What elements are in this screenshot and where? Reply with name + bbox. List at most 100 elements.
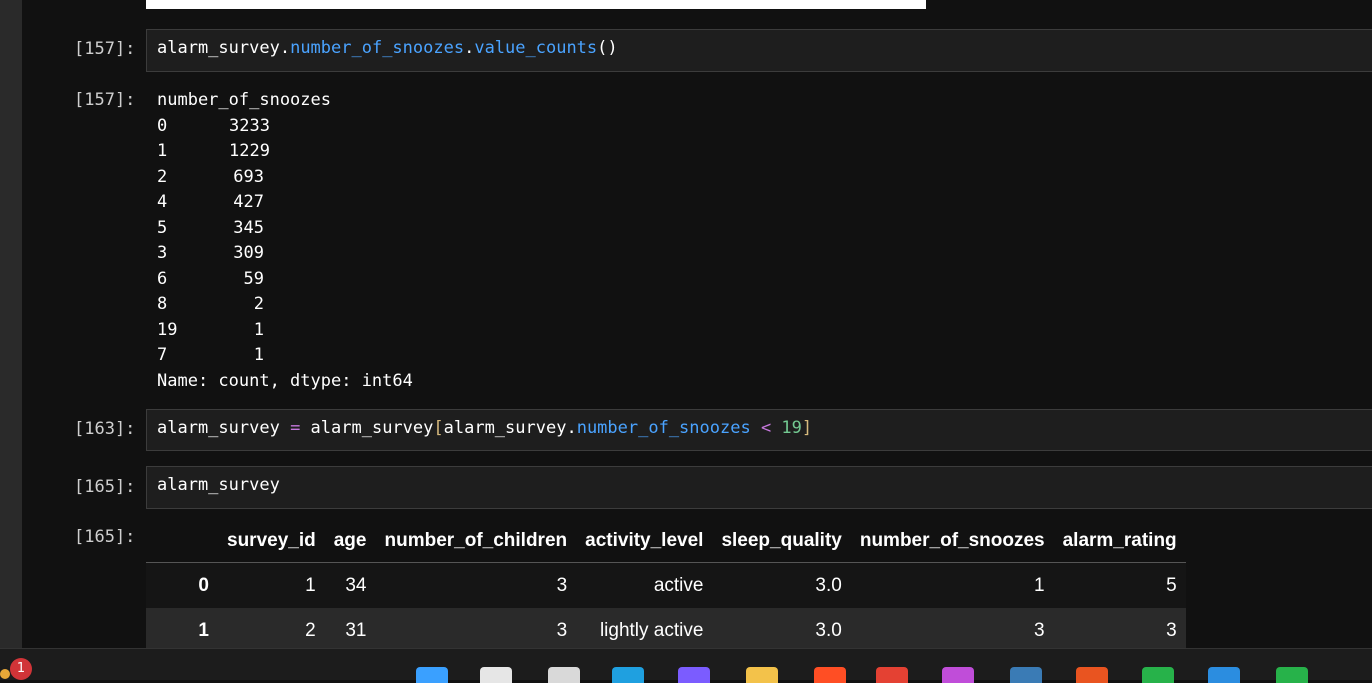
value-counts-row: 2 693 <box>157 165 413 191</box>
value-counts-row: 19 1 <box>157 318 413 344</box>
column-header: activity_level <box>576 520 713 563</box>
code-token: < <box>750 418 782 438</box>
code-token: value_counts <box>474 38 598 58</box>
code-token: [ <box>433 418 444 438</box>
mysql-icon[interactable] <box>1010 667 1042 683</box>
app-green-icon[interactable] <box>1142 667 1174 683</box>
code-token: ] <box>801 418 813 438</box>
value-counts-index: 6 <box>157 268 168 289</box>
notification-badge[interactable]: 1 <box>10 658 32 680</box>
value-counts-count: 309 <box>233 243 264 263</box>
value-counts-index: 7 <box>157 345 168 365</box>
cell-165-code-editor[interactable]: alarm_survey <box>146 466 1372 509</box>
code-token: number_of_snoozes <box>290 38 465 58</box>
search-icon[interactable] <box>480 667 512 683</box>
value-counts-index: 2 <box>157 166 168 187</box>
chrome-profile-icon[interactable] <box>942 667 974 683</box>
weather-widget-icon[interactable] <box>0 669 10 679</box>
chrome-icon[interactable] <box>876 667 908 683</box>
code-token: . <box>566 418 577 438</box>
value-counts-count: 1229 <box>229 141 270 161</box>
table-cell: 3 <box>1034 619 1045 641</box>
file-explorer-icon[interactable] <box>548 667 580 683</box>
dataframe-header-row: survey_id age number_of_children activity_l… <box>146 520 1186 563</box>
previous-output-strip <box>146 0 926 9</box>
value-counts-row: 6 59 <box>157 267 413 293</box>
code-token: alarm_survey <box>157 418 280 438</box>
copilot-icon[interactable] <box>678 667 710 683</box>
table-cell: 2 <box>305 619 316 641</box>
code-token: () <box>597 38 618 58</box>
brave-icon[interactable] <box>814 667 846 683</box>
table-cell: 3 <box>556 619 568 641</box>
ubuntu-icon[interactable] <box>1076 667 1108 683</box>
notebook-left-gutter <box>0 0 22 648</box>
cell-165-output-prompt: [165]: <box>74 527 136 547</box>
cell-163-input-prompt: [163]: <box>74 419 136 439</box>
table-cell: active <box>653 574 704 596</box>
dataframe-table: survey_id age number_of_children activity_l… <box>146 520 1186 653</box>
value-counts-output: number_of_snoozes 0 3233 1 1229 2 693 4 427 5 345… <box>157 88 413 394</box>
value-counts-count: 693 <box>233 166 264 187</box>
value-counts-count: 427 <box>233 192 264 212</box>
table-cell: 3.0 <box>815 574 842 596</box>
code-token: alarm_survey <box>310 418 434 438</box>
cell-165-input-prompt: [165]: <box>74 477 136 497</box>
value-counts-footer: Name: count, dtype: int64 <box>157 370 413 391</box>
value-counts-row: 82 <box>157 292 413 318</box>
value-counts-count: 2 <box>253 294 264 314</box>
value-counts-index: 1 <box>157 141 168 161</box>
table-cell: 34 <box>345 574 367 596</box>
edge-icon[interactable] <box>612 667 644 683</box>
code-token: number_of_snoozes <box>576 418 751 438</box>
value-counts-header: number_of_snoozes <box>157 90 331 110</box>
table-cell: 31 <box>345 619 367 641</box>
table-cell: 5 <box>1166 574 1177 596</box>
value-counts-row: 71 <box>157 343 413 369</box>
table-cell: 3.0 <box>815 619 842 641</box>
value-counts-row: 3 309 <box>157 241 413 267</box>
windows-taskbar: 1 <box>0 648 1372 683</box>
value-counts-index: 4 <box>157 192 168 212</box>
value-counts-index: 3 <box>157 243 168 263</box>
value-counts-index: 5 <box>157 217 168 238</box>
vscode-icon[interactable] <box>1208 667 1240 683</box>
start-icon[interactable] <box>416 667 448 683</box>
value-counts-index: 0 <box>157 115 168 136</box>
table-cell: 3 <box>1166 619 1177 641</box>
value-counts-count: 59 <box>243 268 264 289</box>
code-token: alarm_survey <box>157 475 280 495</box>
cell-163-code-editor[interactable]: alarm_survey = alarm_survey[alarm_survey… <box>146 409 1372 451</box>
table-cell: 1 <box>305 574 316 596</box>
value-counts-index: 8 <box>157 294 168 314</box>
value-counts-count: 1 <box>253 319 264 340</box>
column-header <box>146 520 218 563</box>
value-counts-row: 1 1229 <box>157 139 413 165</box>
table-cell: 1 <box>1034 574 1045 596</box>
value-counts-count: 1 <box>253 345 264 365</box>
code-token: alarm_survey <box>157 38 280 58</box>
column-header: number_of_children <box>375 520 577 563</box>
code-token: . <box>279 38 291 58</box>
row-index: 1 <box>198 619 209 641</box>
folder-icon[interactable] <box>746 667 778 683</box>
table-row: 0 1 34 3 active 3.0 1 5 <box>146 562 1186 608</box>
code-token: = <box>279 418 311 438</box>
column-header: survey_id <box>218 520 325 563</box>
cell-157-code-editor[interactable]: alarm_survey.number_of_snoozes.value_cou… <box>146 29 1372 72</box>
table-row: 1 2 31 3 lightly active 3.0 3 3 <box>146 608 1186 653</box>
value-counts-count: 345 <box>233 217 264 238</box>
code-token: alarm_survey <box>443 418 567 438</box>
column-header: sleep_quality <box>712 520 851 563</box>
cell-157-output-prompt: [157]: <box>74 90 136 110</box>
code-token: 19 <box>781 418 802 438</box>
column-header: alarm_rating <box>1053 520 1186 563</box>
cell-157-input-prompt: [157]: <box>74 39 136 59</box>
value-counts-row: 4 427 <box>157 190 413 216</box>
app-green-2-icon[interactable] <box>1276 667 1308 683</box>
column-header: number_of_snoozes <box>850 520 1054 563</box>
code-token: . <box>464 38 475 58</box>
value-counts-row: 5 345 <box>157 216 413 242</box>
value-counts-count: 3233 <box>229 115 270 136</box>
table-cell: 3 <box>556 574 568 596</box>
